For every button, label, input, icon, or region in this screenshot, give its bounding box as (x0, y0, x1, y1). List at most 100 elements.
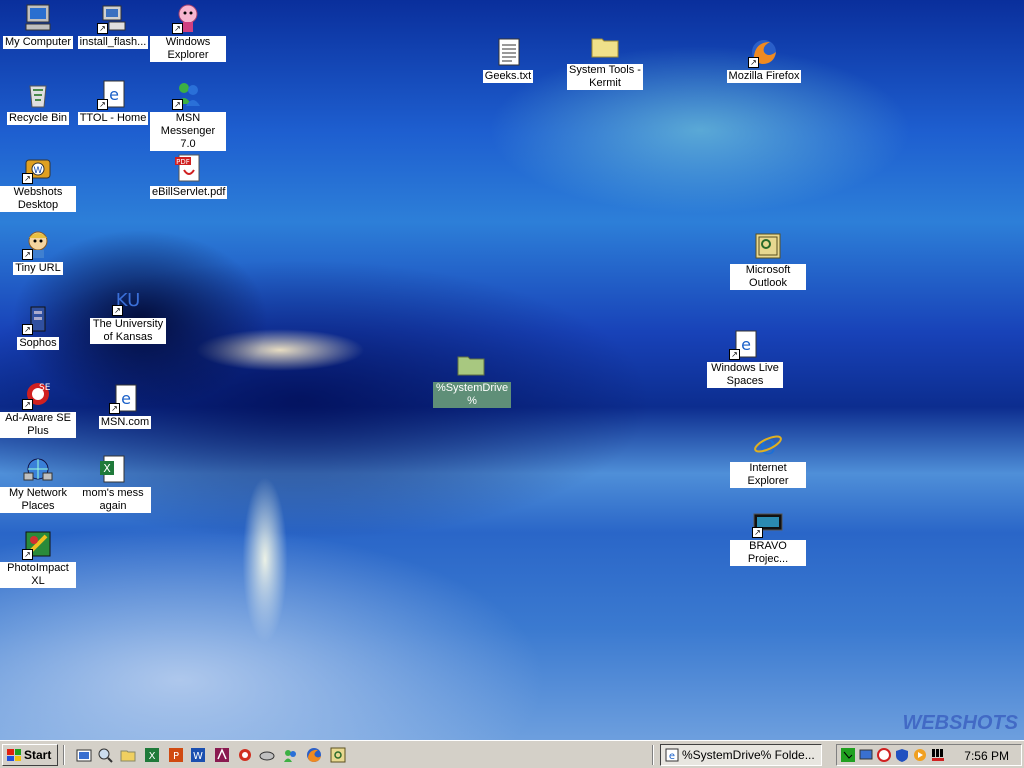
svg-text:X: X (149, 751, 156, 762)
desktop-icon-label: eBillServlet.pdf (150, 186, 228, 199)
antivirus-icon[interactable] (237, 747, 253, 763)
svg-text:W: W (34, 166, 43, 176)
desktop-icon-label: Webshots Desktop (0, 186, 76, 212)
desktop-icon-bravo-project[interactable]: ↗ BRAVO Projec... (730, 506, 806, 566)
desktop-icon-install-flash[interactable]: ↗ install_flash... (75, 2, 151, 49)
folder-icon (589, 30, 621, 62)
network-icon (22, 453, 54, 485)
ad-aware-icon: SE ↗ (22, 378, 54, 410)
shield-tray-icon[interactable] (877, 748, 891, 762)
desktop-icon-ttol-home[interactable]: e ↗ TTOL - Home (75, 78, 151, 125)
outlook-icon[interactable] (330, 747, 346, 763)
media-tray-icon[interactable] (913, 748, 927, 762)
excel-file-icon: X (97, 453, 129, 485)
show-desktop-icon[interactable] (76, 747, 92, 763)
desktop-icon-label: Internet Explorer (730, 462, 806, 488)
word-icon[interactable]: W (190, 747, 206, 763)
desktop-icon-label: PhotoImpact XL (0, 562, 76, 588)
desktop-icon-label: Sophos (17, 337, 59, 350)
folder-icon[interactable] (120, 747, 136, 763)
photoimpact-icon: ↗ (22, 528, 54, 560)
desktop-icon-ad-aware[interactable]: SE ↗ Ad-Aware SE Plus (0, 378, 76, 438)
pdf-icon: PDF (172, 152, 204, 184)
desktop-icon-webshots-desktop[interactable]: W ↗ Webshots Desktop (0, 152, 76, 212)
security-tray-icon[interactable] (895, 748, 909, 762)
msn-messenger-icon[interactable] (282, 747, 298, 763)
desktop-icon-label: Windows Explorer (150, 36, 226, 62)
tiny-url-icon: ↗ (22, 228, 54, 260)
monitor-tray-icon[interactable] (859, 748, 873, 762)
desktop-icon-windows-explorer[interactable]: ↗ Windows Explorer (150, 2, 226, 62)
folder-icon (455, 348, 487, 380)
excel-icon[interactable]: X (144, 747, 160, 763)
desktop-icon-label: Geeks.txt (482, 70, 534, 83)
svg-text:e: e (741, 335, 751, 354)
desktop-icon-label: Tiny URL (13, 262, 63, 275)
desktop-icon-label: BRAVO Projec... (730, 540, 806, 566)
powerpoint-icon[interactable]: P (168, 747, 184, 763)
access-icon[interactable] (214, 747, 230, 763)
desktop-icon-tiny-url[interactable]: ↗ Tiny URL (0, 228, 76, 275)
desktop-icon-label: %SystemDrive% (433, 382, 511, 408)
desktop-icon-geeks-txt[interactable]: Geeks.txt (470, 36, 546, 83)
green-tray-icon[interactable] (841, 748, 855, 762)
desktop-icon-label: Mozilla Firefox (726, 70, 802, 83)
web-page-icon: e ↗ (729, 328, 761, 360)
desktop-icon-internet-explorer[interactable]: e Internet Explorer (730, 428, 806, 488)
desktop[interactable]: WEBSHOTS My Computer ↗ install_flash... … (0, 0, 1024, 740)
desktop-icon-label: The University of Kansas (90, 318, 166, 344)
desktop-icon-mozilla-firefox[interactable]: ↗ Mozilla Firefox (726, 36, 802, 83)
desktop-icon-label: Ad-Aware SE Plus (0, 412, 76, 438)
desktop-icon-label: My Network Places (0, 487, 76, 513)
installer-icon: ↗ (97, 2, 129, 34)
desktop-icon-msn-messenger[interactable]: ↗ MSN Messenger 7.0 (150, 78, 226, 151)
desktop-icon-windows-live-spaces[interactable]: e ↗ Windows Live Spaces (707, 328, 783, 388)
desktop-icon-label: Windows Live Spaces (707, 362, 783, 388)
webshots-watermark: WEBSHOTS (902, 712, 1018, 734)
desktop-icon-system-tools-kermit[interactable]: System Tools - Kermit (567, 30, 643, 90)
svg-text:PDF: PDF (176, 158, 190, 166)
desktop-icon-msn-com[interactable]: e ↗ MSN.com (87, 382, 163, 429)
desktop-icon-sophos[interactable]: ↗ Sophos (0, 303, 76, 350)
svg-text:e: e (760, 428, 777, 460)
recycle-bin-icon (22, 78, 54, 110)
messenger-icon: ↗ (172, 78, 204, 110)
desktop-icon-photoimpact-xl[interactable]: ↗ PhotoImpact XL (0, 528, 76, 588)
clock[interactable]: 7:56 PM (964, 749, 1009, 763)
search-icon[interactable] (97, 747, 113, 763)
firefox-icon[interactable] (306, 747, 322, 763)
desktop-icon-label: mom's mess again (75, 487, 151, 513)
taskbar-button-systemdrive-folder[interactable]: e %SystemDrive% Folde... (660, 744, 822, 766)
taskbar: Start X P W e %SystemDrive% Folde... 7:5… (0, 740, 1024, 768)
computer-icon (22, 2, 54, 34)
windows-logo-icon (7, 749, 21, 761)
internet-explorer-icon: e (752, 428, 784, 460)
svg-text:SE: SE (39, 383, 51, 393)
desktop-icon-label: System Tools - Kermit (567, 64, 643, 90)
desktop-icon-ebillservlet-pdf[interactable]: PDF eBillServlet.pdf (150, 152, 228, 199)
start-button[interactable]: Start (2, 744, 58, 766)
desktop-icon-label: install_flash... (77, 36, 149, 49)
bravo-icon: ↗ (752, 506, 784, 538)
svg-text:X: X (103, 462, 111, 475)
network-drive-icon[interactable] (259, 747, 275, 763)
desktop-icon-label: MSN.com (98, 416, 152, 429)
desktop-icon-label: TTOL - Home (77, 112, 149, 125)
desktop-icon-my-computer[interactable]: My Computer (0, 2, 76, 49)
desktop-icon-my-network-places[interactable]: My Network Places (0, 453, 76, 513)
keyboard-language-tray-icon[interactable] (931, 748, 945, 762)
taskbar-button-label: %SystemDrive% Folde... (682, 748, 815, 762)
desktop-icon-recycle-bin[interactable]: Recycle Bin (0, 78, 76, 125)
svg-text:W: W (193, 751, 203, 762)
system-tray: 7:56 PM (836, 744, 1022, 766)
ku-logo-icon: KU ↗ (112, 284, 144, 316)
desktop-icon-moms-mess-again[interactable]: X mom's mess again (75, 453, 151, 513)
web-page-icon: e ↗ (97, 78, 129, 110)
desktop-icon-university-of-kansas[interactable]: KU ↗ The University of Kansas (90, 284, 166, 344)
taskbar-separator (652, 745, 654, 765)
svg-text:e: e (109, 85, 119, 104)
desktop-icon-systemdrive-folder[interactable]: %SystemDrive% (433, 348, 511, 408)
desktop-icon-microsoft-outlook[interactable]: Microsoft Outlook (730, 230, 806, 290)
desktop-icon-label: Recycle Bin (6, 112, 70, 125)
desktop-icon-label: My Computer (2, 36, 74, 49)
